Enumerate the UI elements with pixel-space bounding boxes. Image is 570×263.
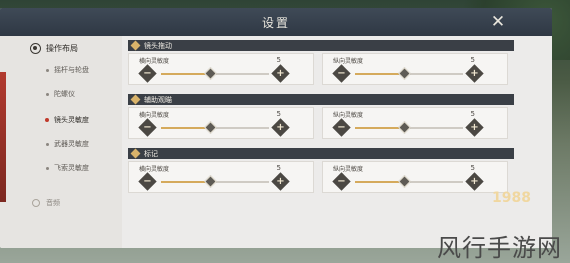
audio-icon (32, 199, 40, 207)
increase-button[interactable]: + (271, 64, 290, 83)
sidebar-item-label: 摇杆与轮盘 (54, 66, 89, 74)
minus-icon: − (143, 122, 152, 133)
slider-fill (161, 181, 210, 183)
bullet-icon (46, 167, 49, 170)
sensitivity-slider-panel: 横向灵敏度 5 − + (128, 53, 314, 85)
slider-thumb[interactable] (203, 67, 217, 80)
slider-thumb[interactable] (397, 67, 411, 80)
diamond-icon (130, 94, 141, 105)
sensitivity-slider-panel: 纵向灵敏度 5 − + (322, 53, 508, 85)
section-title: 镜头拖动 (144, 42, 172, 50)
close-icon[interactable]: ✕ (488, 13, 508, 31)
decrease-button[interactable]: − (332, 64, 351, 83)
sidebar: 操作布局 摇杆与轮盘陀螺仪镜头灵敏度武器灵敏度飞索灵敏度 音频 (0, 36, 122, 248)
minus-icon: − (337, 68, 346, 79)
sidebar-item[interactable]: 镜头灵敏度 (0, 110, 122, 132)
increase-button[interactable]: + (465, 172, 484, 191)
slider-thumb[interactable] (203, 121, 217, 134)
slider-fill (355, 181, 404, 183)
increase-button[interactable]: + (271, 172, 290, 191)
watermark-text: 风行手游网 (437, 234, 562, 262)
slider-track[interactable] (161, 175, 269, 188)
slider-fill (161, 73, 210, 75)
minus-icon: − (143, 68, 152, 79)
section-header: 镜头拖动 (128, 40, 514, 51)
slider-thumb[interactable] (397, 175, 411, 188)
window-title: 设置 (261, 16, 290, 30)
sidebar-audio-label: 音频 (46, 199, 60, 207)
sidebar-item-label: 镜头灵敏度 (54, 116, 89, 124)
slider-label: 纵向灵敏度 (333, 166, 364, 173)
sidebar-category-label: 操作布局 (46, 44, 78, 53)
sidebar-item[interactable]: 陀螺仪 (0, 84, 122, 106)
sidebar-item-label: 武器灵敏度 (54, 140, 89, 148)
title-bar: 设置 ✕ (0, 8, 552, 36)
decrease-button[interactable]: − (138, 118, 157, 137)
plus-icon: + (276, 122, 285, 133)
diamond-icon (130, 40, 141, 51)
slider-track[interactable] (355, 67, 463, 80)
slider-value: 5 (276, 56, 281, 64)
slider-track[interactable] (355, 121, 463, 134)
slider-track[interactable] (355, 175, 463, 188)
slider-label: 横向灵敏度 (139, 58, 170, 65)
slider-value: 5 (470, 110, 475, 118)
section-header: 标记 (128, 148, 514, 159)
sensitivity-slider-panel: 纵向灵敏度 5 − + (322, 107, 508, 139)
slider-track[interactable] (161, 67, 269, 80)
sensitivity-slider-panel: 纵向灵敏度 5 − + (322, 161, 508, 193)
slider-fill (161, 127, 210, 129)
increase-button[interactable]: + (465, 64, 484, 83)
plus-icon: + (276, 68, 285, 79)
slider-value: 5 (276, 164, 281, 172)
bullet-icon (46, 143, 49, 146)
slider-fill (355, 73, 404, 75)
slider-thumb[interactable] (203, 175, 217, 188)
bullet-icon (46, 93, 49, 96)
slider-value: 5 (470, 164, 475, 172)
decrease-button[interactable]: − (332, 118, 351, 137)
sidebar-item[interactable]: 武器灵敏度 (0, 134, 122, 156)
bullet-icon (45, 118, 49, 122)
diamond-icon (130, 148, 141, 159)
plus-icon: + (276, 176, 285, 187)
sidebar-item-label: 陀螺仪 (54, 90, 75, 98)
settings-window: 设置 ✕ 操作布局 摇杆与轮盘陀螺仪镜头灵敏度武器灵敏度飞索灵敏度 音频 镜头拖… (0, 8, 552, 248)
section-header: 辅助观瞄 (128, 94, 514, 105)
section-title: 标记 (144, 150, 158, 158)
plus-icon: + (470, 176, 479, 187)
plus-icon: + (470, 68, 479, 79)
plus-icon: + (470, 122, 479, 133)
decrease-button[interactable]: − (332, 172, 351, 191)
slider-label: 横向灵敏度 (139, 166, 170, 173)
sensitivity-slider-panel: 横向灵敏度 5 − + (128, 161, 314, 193)
slider-value: 5 (276, 110, 281, 118)
increase-button[interactable]: + (271, 118, 290, 137)
section-title: 辅助观瞄 (144, 96, 172, 104)
slider-label: 纵向灵敏度 (333, 58, 364, 65)
decrease-button[interactable]: − (138, 172, 157, 191)
slider-value: 5 (470, 56, 475, 64)
slider-thumb[interactable] (397, 121, 411, 134)
sidebar-item[interactable]: 飞索灵敏度 (0, 158, 122, 180)
sidebar-item[interactable]: 摇杆与轮盘 (0, 60, 122, 82)
minus-icon: − (337, 176, 346, 187)
slider-label: 横向灵敏度 (139, 112, 170, 119)
crosshair-icon (30, 43, 41, 54)
watermark-badge: 1988 (492, 190, 531, 206)
minus-icon: − (143, 176, 152, 187)
decrease-button[interactable]: − (138, 64, 157, 83)
slider-label: 纵向灵敏度 (333, 112, 364, 119)
sidebar-item-label: 飞索灵敏度 (54, 164, 89, 172)
slider-track[interactable] (161, 121, 269, 134)
slider-fill (355, 127, 404, 129)
sensitivity-slider-panel: 横向灵敏度 5 − + (128, 107, 314, 139)
minus-icon: − (337, 122, 346, 133)
bullet-icon (46, 69, 49, 72)
increase-button[interactable]: + (465, 118, 484, 137)
